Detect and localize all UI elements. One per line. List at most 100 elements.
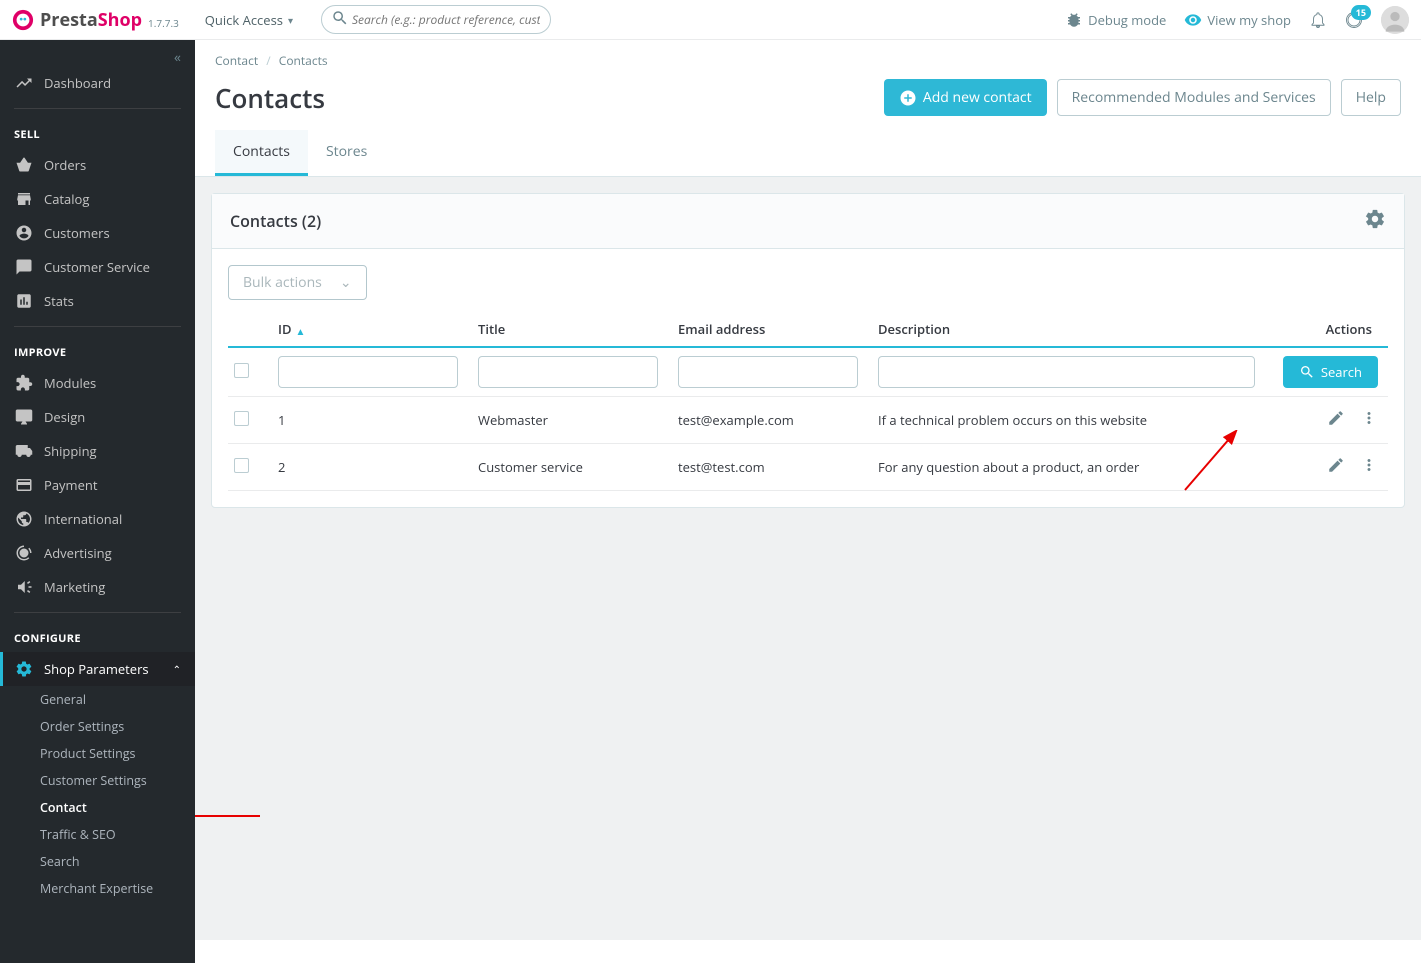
sub-search[interactable]: Search bbox=[0, 848, 195, 875]
card-icon bbox=[14, 476, 34, 494]
nav-marketing[interactable]: Marketing bbox=[0, 570, 195, 604]
tab-contacts[interactable]: Contacts bbox=[215, 130, 308, 176]
col-email[interactable]: Email address bbox=[672, 312, 872, 347]
row-checkbox[interactable] bbox=[234, 411, 249, 426]
cell-id: 1 bbox=[272, 397, 472, 444]
search-icon bbox=[331, 9, 349, 31]
brand-logo[interactable]: PrestaShop bbox=[12, 8, 142, 32]
bug-icon bbox=[1065, 11, 1083, 29]
user-avatar[interactable] bbox=[1381, 6, 1409, 34]
puzzle-icon bbox=[14, 374, 34, 392]
page-title: Contacts bbox=[215, 80, 325, 116]
eye-icon bbox=[1184, 11, 1202, 29]
help-button[interactable]: Help bbox=[1341, 79, 1401, 116]
main-content: Contact / Contacts Contacts Add new cont… bbox=[195, 40, 1421, 940]
header-search bbox=[321, 5, 551, 34]
sub-customer-settings[interactable]: Customer Settings bbox=[0, 767, 195, 794]
filter-description-input[interactable] bbox=[878, 356, 1255, 388]
basket-icon bbox=[14, 156, 34, 174]
cell-id: 2 bbox=[272, 444, 472, 491]
more-icon[interactable] bbox=[1360, 409, 1378, 431]
page-header: Contact / Contacts Contacts Add new cont… bbox=[195, 40, 1421, 177]
brand-text-1: Presta bbox=[40, 8, 98, 32]
breadcrumb: Contact / Contacts bbox=[215, 48, 1401, 73]
filter-id-input[interactable] bbox=[278, 356, 458, 388]
sub-traffic-seo[interactable]: Traffic & SEO bbox=[0, 821, 195, 848]
add-contact-button[interactable]: Add new contact bbox=[884, 79, 1047, 116]
shopping-notif[interactable]: 15 bbox=[1345, 11, 1363, 29]
avatar-icon bbox=[1381, 6, 1409, 34]
bulk-actions-button[interactable]: Bulk actions bbox=[228, 265, 367, 300]
sub-merchant-expertise[interactable]: Merchant Expertise bbox=[0, 875, 195, 902]
recommended-modules-button[interactable]: Recommended Modules and Services bbox=[1057, 79, 1331, 116]
sort-asc-icon: ▲ bbox=[296, 324, 306, 338]
nav-modules[interactable]: Modules bbox=[0, 366, 195, 400]
nav-payment[interactable]: Payment bbox=[0, 468, 195, 502]
search-icon bbox=[1299, 364, 1315, 380]
breadcrumb-current: Contacts bbox=[279, 52, 328, 69]
store-icon bbox=[14, 190, 34, 208]
cell-description: If a technical problem occurs on this we… bbox=[872, 397, 1277, 444]
edit-icon[interactable] bbox=[1327, 456, 1345, 478]
debug-mode-link[interactable]: Debug mode bbox=[1065, 11, 1166, 29]
nav-customer-service[interactable]: Customer Service bbox=[0, 250, 195, 284]
nav-advertising[interactable]: Advertising bbox=[0, 536, 195, 570]
filter-title-input[interactable] bbox=[478, 356, 658, 388]
bell-icon bbox=[1309, 11, 1327, 29]
notif-badge: 15 bbox=[1351, 5, 1371, 20]
card-settings-icon[interactable] bbox=[1364, 208, 1386, 234]
nav-international[interactable]: International bbox=[0, 502, 195, 536]
truck-icon bbox=[14, 442, 34, 460]
cell-title: Customer service bbox=[472, 444, 672, 491]
nav-shop-parameters[interactable]: Shop Parameters ⌃ bbox=[0, 652, 195, 686]
col-actions: Actions bbox=[1277, 312, 1388, 347]
col-title[interactable]: Title bbox=[472, 312, 672, 347]
card-title: Contacts (2) bbox=[230, 210, 321, 232]
search-input[interactable] bbox=[321, 5, 551, 34]
megaphone-icon bbox=[14, 578, 34, 596]
nav-dashboard[interactable]: Dashboard bbox=[0, 66, 195, 100]
gear-icon bbox=[14, 660, 34, 678]
cell-description: For any question about a product, an ord… bbox=[872, 444, 1277, 491]
select-all-checkbox[interactable] bbox=[234, 363, 249, 378]
nav-stats[interactable]: Stats bbox=[0, 284, 195, 318]
view-shop-link[interactable]: View my shop bbox=[1184, 11, 1291, 29]
nav-shipping[interactable]: Shipping bbox=[0, 434, 195, 468]
section-configure: CONFIGURE bbox=[0, 621, 195, 652]
filter-email-input[interactable] bbox=[678, 356, 858, 388]
tabs: Contacts Stores bbox=[215, 130, 1401, 176]
col-id[interactable]: ID▲ bbox=[272, 312, 472, 347]
top-header: PrestaShop 1.7.7.3 Quick Access Debug mo… bbox=[0, 0, 1421, 40]
row-checkbox[interactable] bbox=[234, 458, 249, 473]
brand-text-2: Shop bbox=[98, 8, 142, 32]
breadcrumb-parent[interactable]: Contact bbox=[215, 52, 258, 69]
more-icon[interactable] bbox=[1360, 456, 1378, 478]
globe-icon bbox=[14, 510, 34, 528]
notifications-bell[interactable] bbox=[1309, 11, 1327, 29]
chevron-up-icon: ⌃ bbox=[173, 662, 181, 676]
desktop-icon bbox=[14, 408, 34, 426]
sub-product-settings[interactable]: Product Settings bbox=[0, 740, 195, 767]
sub-general[interactable]: General bbox=[0, 686, 195, 713]
search-button[interactable]: Search bbox=[1283, 356, 1378, 388]
sub-contact[interactable]: Contact bbox=[0, 794, 195, 821]
quick-access-menu[interactable]: Quick Access bbox=[205, 11, 293, 29]
filter-row: Search bbox=[228, 347, 1388, 397]
nav-design[interactable]: Design bbox=[0, 400, 195, 434]
track-icon bbox=[14, 544, 34, 562]
bar-chart-icon bbox=[14, 292, 34, 310]
nav-catalog[interactable]: Catalog bbox=[0, 182, 195, 216]
col-description[interactable]: Description bbox=[872, 312, 1277, 347]
sub-order-settings[interactable]: Order Settings bbox=[0, 713, 195, 740]
nav-customers[interactable]: Customers bbox=[0, 216, 195, 250]
section-improve: IMPROVE bbox=[0, 335, 195, 366]
nav-orders[interactable]: Orders bbox=[0, 148, 195, 182]
section-sell: SELL bbox=[0, 117, 195, 148]
collapse-sidebar-button[interactable]: « bbox=[0, 48, 195, 66]
trending-icon bbox=[14, 74, 34, 92]
table-row: 2 Customer service test@test.com For any… bbox=[228, 444, 1388, 491]
sidebar: « Dashboard SELL Orders Catalog Customer… bbox=[0, 40, 195, 963]
edit-icon[interactable] bbox=[1327, 409, 1345, 431]
tab-stores[interactable]: Stores bbox=[308, 130, 385, 176]
cell-email: test@example.com bbox=[672, 397, 872, 444]
